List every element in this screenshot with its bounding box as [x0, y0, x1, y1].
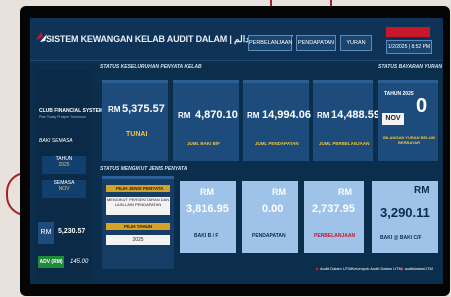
- footer-youtube-label: Audit Dalam UTM: [319, 266, 352, 271]
- summary-value: 0.00: [262, 203, 284, 215]
- tahun-box[interactable]: TAHUN 2025: [42, 156, 86, 174]
- adv-value: 145.00: [70, 259, 89, 265]
- yuran-tahun-label: TAHUN 2025: [384, 91, 414, 97]
- sidebar: CLUB FINANCIAL SYSTEM Plan Today Prosper…: [36, 70, 103, 280]
- summary-value: 3,290.11: [380, 205, 430, 220]
- summary-value: 3,816.95: [186, 203, 229, 215]
- card-perbelanjaan: RM 14,488.59 JUML PERBELANJAAN: [313, 80, 380, 161]
- club-tagline: Plan Today Prosper Tomorrow: [39, 115, 86, 119]
- summary-pendapatan: RM 0.00 PENDAPATAN: [242, 181, 298, 253]
- summary-baki-bf: RM 3,816.95 BAKI B / F: [180, 181, 236, 253]
- instagram-icon: ◉: [400, 266, 404, 271]
- club-name: CLUB FINANCIAL SYSTEM: [39, 108, 104, 114]
- filter-panel: PILIH JENIS PENYATA MENGIKUT PERSEKITARA…: [102, 176, 174, 269]
- rm-value: 5,230.57: [58, 228, 86, 235]
- yuran-count: 0: [416, 95, 428, 117]
- card-rm: RM: [108, 105, 121, 114]
- card-value: 14,488.59: [331, 109, 380, 121]
- summary-rm: RM: [414, 185, 430, 196]
- summary-rm: RM: [338, 187, 352, 197]
- card-label: JUML PENDAPATAN: [255, 141, 299, 146]
- header-bar: SISTEM KEWANGAN KELAB AUDIT DALAM | كلب …: [30, 18, 443, 61]
- card-label: TUNAI: [126, 131, 148, 138]
- footer-youtube[interactable]: ▶ Audit Dalam UTM: [316, 266, 352, 271]
- baki-semasa-label: BAKI SEMASA: [39, 138, 73, 144]
- footer-instagram[interactable]: ◉ auditdalamUTM: [400, 266, 433, 271]
- summary-label: BAKI @ BAKI C/F: [380, 235, 422, 241]
- nav-yuran-button[interactable]: YURAN: [340, 35, 372, 51]
- summary-rm: RM: [200, 187, 214, 197]
- semasa-value: NOV: [58, 186, 70, 192]
- jenis-select[interactable]: MENGIKUT PERSEKITARAN DAN LAIN-LAIN PEND…: [106, 197, 170, 215]
- yuran-panel: TAHUN 2025 0 NOV BILANGAN YURAN BELUM BE…: [378, 80, 438, 161]
- footer-instagram-label: auditdalamUTM: [404, 266, 433, 271]
- semasa-box[interactable]: SEMASA NOV: [42, 180, 86, 198]
- card-rm: RM: [317, 111, 330, 120]
- card-label: JUML BAKI B/F: [187, 141, 220, 146]
- jenis-label-text: PILIH JENIS PENYATA: [116, 186, 164, 191]
- card-label: JUML PERBELANJAAN: [319, 141, 370, 146]
- telegram-icon: ●: [348, 266, 351, 271]
- summary-label: PERBELANJAAN: [314, 233, 356, 239]
- footer-telegram[interactable]: ● Kelompok Audit Dalam UTM: [348, 266, 402, 271]
- section-status-kewangan: STATUS KESELURUHAN PENYATA KELAB: [100, 64, 202, 70]
- summary-label: PENDAPATAN: [252, 233, 286, 239]
- card-rm: RM: [247, 111, 260, 120]
- adv-label: ADV (RM): [38, 256, 64, 268]
- card-pendapatan: RM 14,994.06 JUML PENDAPATAN: [243, 80, 311, 161]
- card-value: 5,375.57: [122, 103, 165, 115]
- card-value: 4,870.10: [195, 109, 238, 121]
- nav-pendapatan-button[interactable]: PENDAPATAN: [296, 35, 336, 51]
- youtube-icon: ▶: [316, 266, 320, 271]
- tahun-select[interactable]: 2025: [106, 235, 170, 245]
- card-tunai: RM 5,375.57 TUNAI: [102, 80, 168, 161]
- summary-rm: RM: [272, 187, 286, 197]
- tahun-value: 2025: [58, 162, 70, 168]
- summary-baki-cf: RM 3,290.11 BAKI @ BAKI C/F: [372, 181, 438, 253]
- footer-telegram-label: Kelompok Audit Dalam UTM: [351, 266, 402, 271]
- status-indicator: [386, 27, 430, 37]
- summary-label: BAKI B / F: [194, 233, 219, 239]
- summary-perbelanjaan: RM 2,737.95 PERBELANJAAN: [304, 181, 364, 253]
- yuran-caption: BILANGAN YURAN BELUM BERBAYAR: [383, 135, 435, 145]
- dashboard-screen: SISTEM KEWANGAN KELAB AUDIT DALAM | كلب …: [30, 18, 443, 284]
- card-rm: RM: [178, 111, 191, 120]
- tahun-filter-label-text: PILIH TAHUN: [124, 224, 153, 229]
- section-status-bulanan: STATUS MENGIKUT JENIS PENYATA: [100, 166, 188, 172]
- summary-value: 2,737.95: [312, 203, 355, 215]
- section-status-yuran: STATUS BAYARAN YURAN: [378, 64, 442, 70]
- datetime-display: 1/2/2025 | 8:52 PM: [386, 40, 432, 54]
- nav-perbelanjaan-button[interactable]: PERBELANJAAN: [248, 35, 292, 51]
- card-baki-bf: RM 4,870.10 JUML BAKI B/F: [173, 80, 239, 161]
- rm-label-box: RM: [38, 222, 54, 244]
- card-value: 14,994.06: [262, 109, 311, 121]
- yuran-month[interactable]: NOV: [382, 113, 404, 125]
